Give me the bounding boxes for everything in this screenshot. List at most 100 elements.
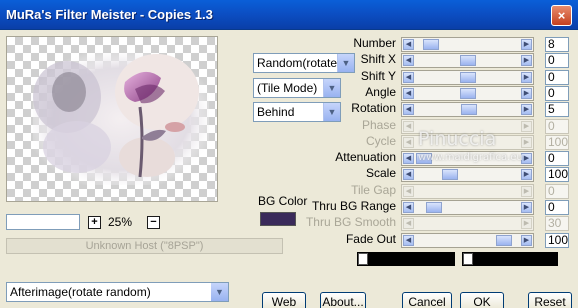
angle-label: Angle — [365, 85, 396, 99]
arrow-left-icon[interactable]: ◀ — [403, 202, 414, 213]
rotation-slider-thumb[interactable] — [461, 104, 477, 115]
number-label: Number — [353, 36, 396, 50]
tile-gap-value-field: 0 — [545, 184, 569, 199]
arrow-left-icon[interactable]: ◀ — [403, 39, 414, 50]
range-bar-left[interactable] — [357, 252, 455, 266]
web-button[interactable]: Web — [262, 292, 306, 308]
fade-out-label: Fade Out — [345, 232, 396, 246]
number-slider-thumb[interactable] — [423, 39, 439, 50]
shift-y-label: Shift Y — [360, 69, 396, 83]
scale-slider-thumb[interactable] — [442, 169, 458, 180]
watermark-url: www.maidigrafica.eu — [418, 152, 523, 163]
scale-value-field[interactable]: 100 — [545, 167, 569, 182]
chevron-down-icon[interactable]: ▼ — [211, 283, 228, 301]
number-value-field[interactable]: 8 — [545, 37, 569, 52]
arrow-left-icon[interactable]: ◀ — [403, 88, 414, 99]
chevron-down-icon[interactable]: ▼ — [323, 103, 340, 121]
angle-slider-thumb[interactable] — [460, 88, 476, 99]
shift-x-slider[interactable]: ◀ ▶ — [401, 53, 534, 68]
range-bar-right[interactable] — [462, 252, 558, 266]
zoom-out-button[interactable]: − — [147, 216, 160, 229]
angle-value-field[interactable]: 0 — [545, 86, 569, 101]
close-icon[interactable]: × — [551, 5, 572, 26]
arrow-right-icon: ▶ — [521, 186, 532, 197]
fade-out-value-field[interactable]: 100 — [545, 233, 569, 248]
layer-dropdown-value: Behind — [257, 105, 295, 119]
shift-y-value-field[interactable]: 0 — [545, 70, 569, 85]
shift-x-slider-thumb[interactable] — [460, 55, 476, 66]
number-slider[interactable]: ◀ ▶ — [401, 37, 534, 52]
chevron-down-icon[interactable]: ▼ — [323, 79, 340, 97]
about-button[interactable]: About... — [320, 292, 366, 308]
arrow-right-icon[interactable]: ▶ — [521, 55, 532, 66]
arrow-left-icon[interactable]: ◀ — [403, 169, 414, 180]
watermark-name: Pinuccia — [418, 128, 497, 150]
fade-out-slider-thumb[interactable] — [496, 235, 512, 246]
scale-label: Scale — [365, 166, 396, 180]
cancel-button[interactable]: Cancel — [402, 292, 452, 308]
thru-bg-range-slider[interactable]: ◀ ▶ — [401, 200, 534, 215]
thru-bg-range-label: Thru BG Range — [311, 199, 396, 213]
arrow-left-icon: ◀ — [403, 137, 414, 148]
scale-slider[interactable]: ◀ ▶ — [401, 167, 534, 182]
arrow-right-icon: ▶ — [521, 121, 532, 132]
tile-mode-dropdown[interactable]: (Tile Mode) ▼ — [253, 78, 341, 98]
thru-bg-smooth-label: Thru BG Smooth — [305, 215, 396, 229]
arrow-left-icon[interactable]: ◀ — [403, 153, 414, 164]
shift-y-slider[interactable]: ◀ ▶ — [401, 70, 534, 85]
arrow-left-icon[interactable]: ◀ — [403, 55, 414, 66]
shift-y-slider-thumb[interactable] — [460, 72, 476, 83]
phase-label: Phase — [361, 118, 396, 132]
arrow-left-icon[interactable]: ◀ — [403, 72, 414, 83]
bg-color-swatch[interactable] — [260, 212, 296, 226]
preset-dropdown[interactable]: Afterimage(rotate random) ▼ — [6, 282, 229, 302]
bg-color-label: BG Color — [258, 194, 308, 208]
arrow-left-icon: ◀ — [403, 121, 414, 132]
angle-slider[interactable]: ◀ ▶ — [401, 86, 534, 101]
range-handle-left[interactable] — [358, 253, 368, 265]
layer-dropdown[interactable]: Behind ▼ — [253, 102, 341, 122]
chevron-down-icon[interactable]: ▼ — [337, 54, 354, 72]
preset-dropdown-value: Afterimage(rotate random) — [10, 285, 151, 299]
shift-x-value-field[interactable]: 0 — [545, 53, 569, 68]
arrow-left-icon[interactable]: ◀ — [403, 104, 414, 115]
attenuation-label: Attenuation — [335, 150, 396, 164]
thru-bg-range-value-field[interactable]: 0 — [545, 200, 569, 215]
tile-gap-label: Tile Gap — [351, 183, 396, 197]
tile-gap-slider: ◀ ▶ — [401, 184, 534, 199]
phase-value-field: 0 — [545, 119, 569, 134]
arrow-right-icon[interactable]: ▶ — [521, 202, 532, 213]
rotation-label: Rotation — [351, 101, 396, 115]
arrow-right-icon[interactable]: ▶ — [521, 104, 532, 115]
arrow-right-icon[interactable]: ▶ — [521, 235, 532, 246]
arrow-right-icon[interactable]: ▶ — [521, 72, 532, 83]
status-bar: Unknown Host ("8PSP") — [6, 238, 283, 254]
arrow-right-icon[interactable]: ▶ — [521, 39, 532, 50]
mode-dropdown[interactable]: Random(rotate) ▼ — [253, 53, 355, 73]
arrow-left-icon: ◀ — [403, 218, 414, 229]
rotation-slider[interactable]: ◀ ▶ — [401, 102, 534, 117]
shift-x-label: Shift X — [360, 52, 396, 66]
attenuation-value-field[interactable]: 0 — [545, 151, 569, 166]
fade-out-slider[interactable]: ◀ ▶ — [401, 233, 534, 248]
mode-dropdown-value: Random(rotate) — [257, 56, 342, 70]
tile-mode-dropdown-value: (Tile Mode) — [257, 81, 318, 95]
arrow-right-icon[interactable]: ▶ — [521, 169, 532, 180]
arrow-right-icon: ▶ — [521, 137, 532, 148]
rotation-value-field[interactable]: 5 — [545, 102, 569, 117]
zoom-level: 25% — [108, 215, 133, 229]
zoom-field[interactable] — [6, 214, 80, 230]
thru-bg-smooth-value-field: 30 — [545, 216, 569, 231]
reset-button[interactable]: Reset — [528, 292, 572, 308]
arrow-left-icon: ◀ — [403, 186, 414, 197]
arrow-right-icon: ▶ — [521, 218, 532, 229]
ok-button[interactable]: OK — [460, 292, 504, 308]
arrow-left-icon[interactable]: ◀ — [403, 235, 414, 246]
preview-pane[interactable] — [6, 36, 218, 202]
zoom-in-button[interactable]: + — [88, 216, 101, 229]
range-handle-right[interactable] — [463, 253, 473, 265]
thru-bg-range-slider-thumb[interactable] — [426, 202, 442, 213]
cycle-value-field: 100 — [545, 135, 569, 150]
preview-image — [33, 53, 209, 185]
arrow-right-icon[interactable]: ▶ — [521, 88, 532, 99]
